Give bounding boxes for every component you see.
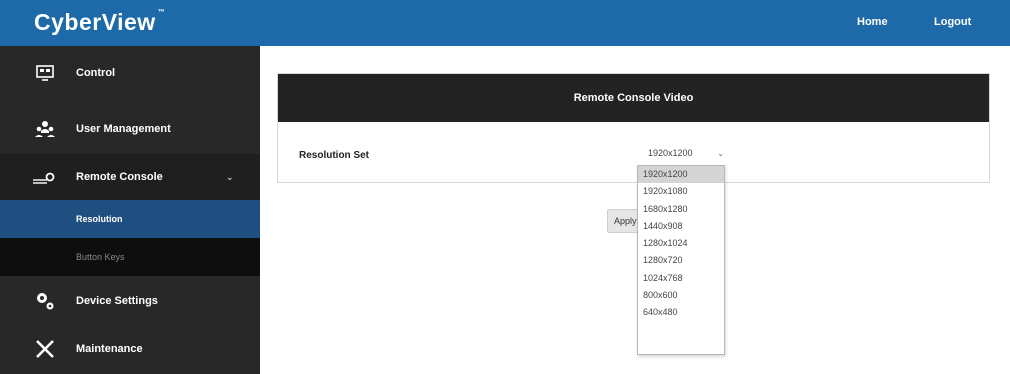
sidebar-subitem-resolution[interactable]: Resolution: [0, 200, 260, 238]
resolution-option[interactable]: 640x480: [638, 304, 724, 321]
monitor-icon: [36, 65, 54, 81]
resolution-set-label: Resolution Set: [299, 150, 370, 161]
remote-console-icon: [33, 172, 55, 184]
cyberview-logo[interactable]: CyberView ™: [34, 9, 165, 36]
resolution-option[interactable]: 800x600: [638, 287, 724, 304]
resolution-select[interactable]: 1920x1200 ⌄: [640, 143, 728, 163]
resolution-option[interactable]: 1440x908: [638, 218, 724, 235]
sidebar-subitem-label: Button Keys: [76, 252, 125, 262]
sidebar-item-label: Remote Console: [76, 171, 163, 183]
remote-console-video-panel: Remote Console Video Resolution Set: [277, 73, 990, 183]
sidebar-item-label: Device Settings: [76, 295, 158, 307]
logo-trademark: ™: [157, 9, 166, 16]
sidebar-item-maintenance[interactable]: Maintenance: [0, 326, 260, 372]
gears-icon: [37, 293, 54, 310]
resolution-option[interactable]: 1680x1280: [638, 201, 724, 218]
chevron-down-icon: ⌄: [717, 148, 724, 158]
sidebar-item-label: Maintenance: [76, 343, 143, 355]
tools-icon: [36, 340, 54, 358]
resolution-option[interactable]: 1024x768: [638, 270, 724, 287]
top-header-bar: CyberView ™ Home Logout: [0, 0, 1010, 46]
home-link[interactable]: Home: [857, 16, 888, 28]
sidebar-item-remote-console[interactable]: Remote Console ⌄: [0, 154, 260, 200]
resolution-dropdown-list: 1920x1200 1920x1080 1680x1280 1440x908 1…: [637, 165, 725, 355]
logout-link[interactable]: Logout: [934, 16, 971, 28]
resolution-option[interactable]: 1920x1080: [638, 183, 724, 200]
sidebar-subitem-button-keys[interactable]: Button Keys: [0, 238, 260, 276]
panel-title: Remote Console Video: [278, 74, 989, 122]
resolution-option[interactable]: 1280x720: [638, 252, 724, 269]
resolution-select-value: 1920x1200: [648, 148, 693, 158]
resolution-option[interactable]: 1280x1024: [638, 235, 724, 252]
users-icon: [35, 121, 55, 137]
logo-text: CyberView: [34, 9, 156, 35]
sidebar-subitem-label: Resolution: [76, 214, 123, 224]
resolution-option[interactable]: 1920x1200: [638, 166, 724, 184]
chevron-down-icon: ⌄: [226, 171, 234, 182]
sidebar-item-device-settings[interactable]: Device Settings: [0, 278, 260, 324]
sidebar-item-label: User Management: [76, 123, 171, 135]
sidebar-item-user-management[interactable]: User Management: [0, 106, 260, 152]
sidebar-item-control[interactable]: Control: [0, 54, 260, 92]
sidebar-item-label: Control: [76, 67, 116, 79]
